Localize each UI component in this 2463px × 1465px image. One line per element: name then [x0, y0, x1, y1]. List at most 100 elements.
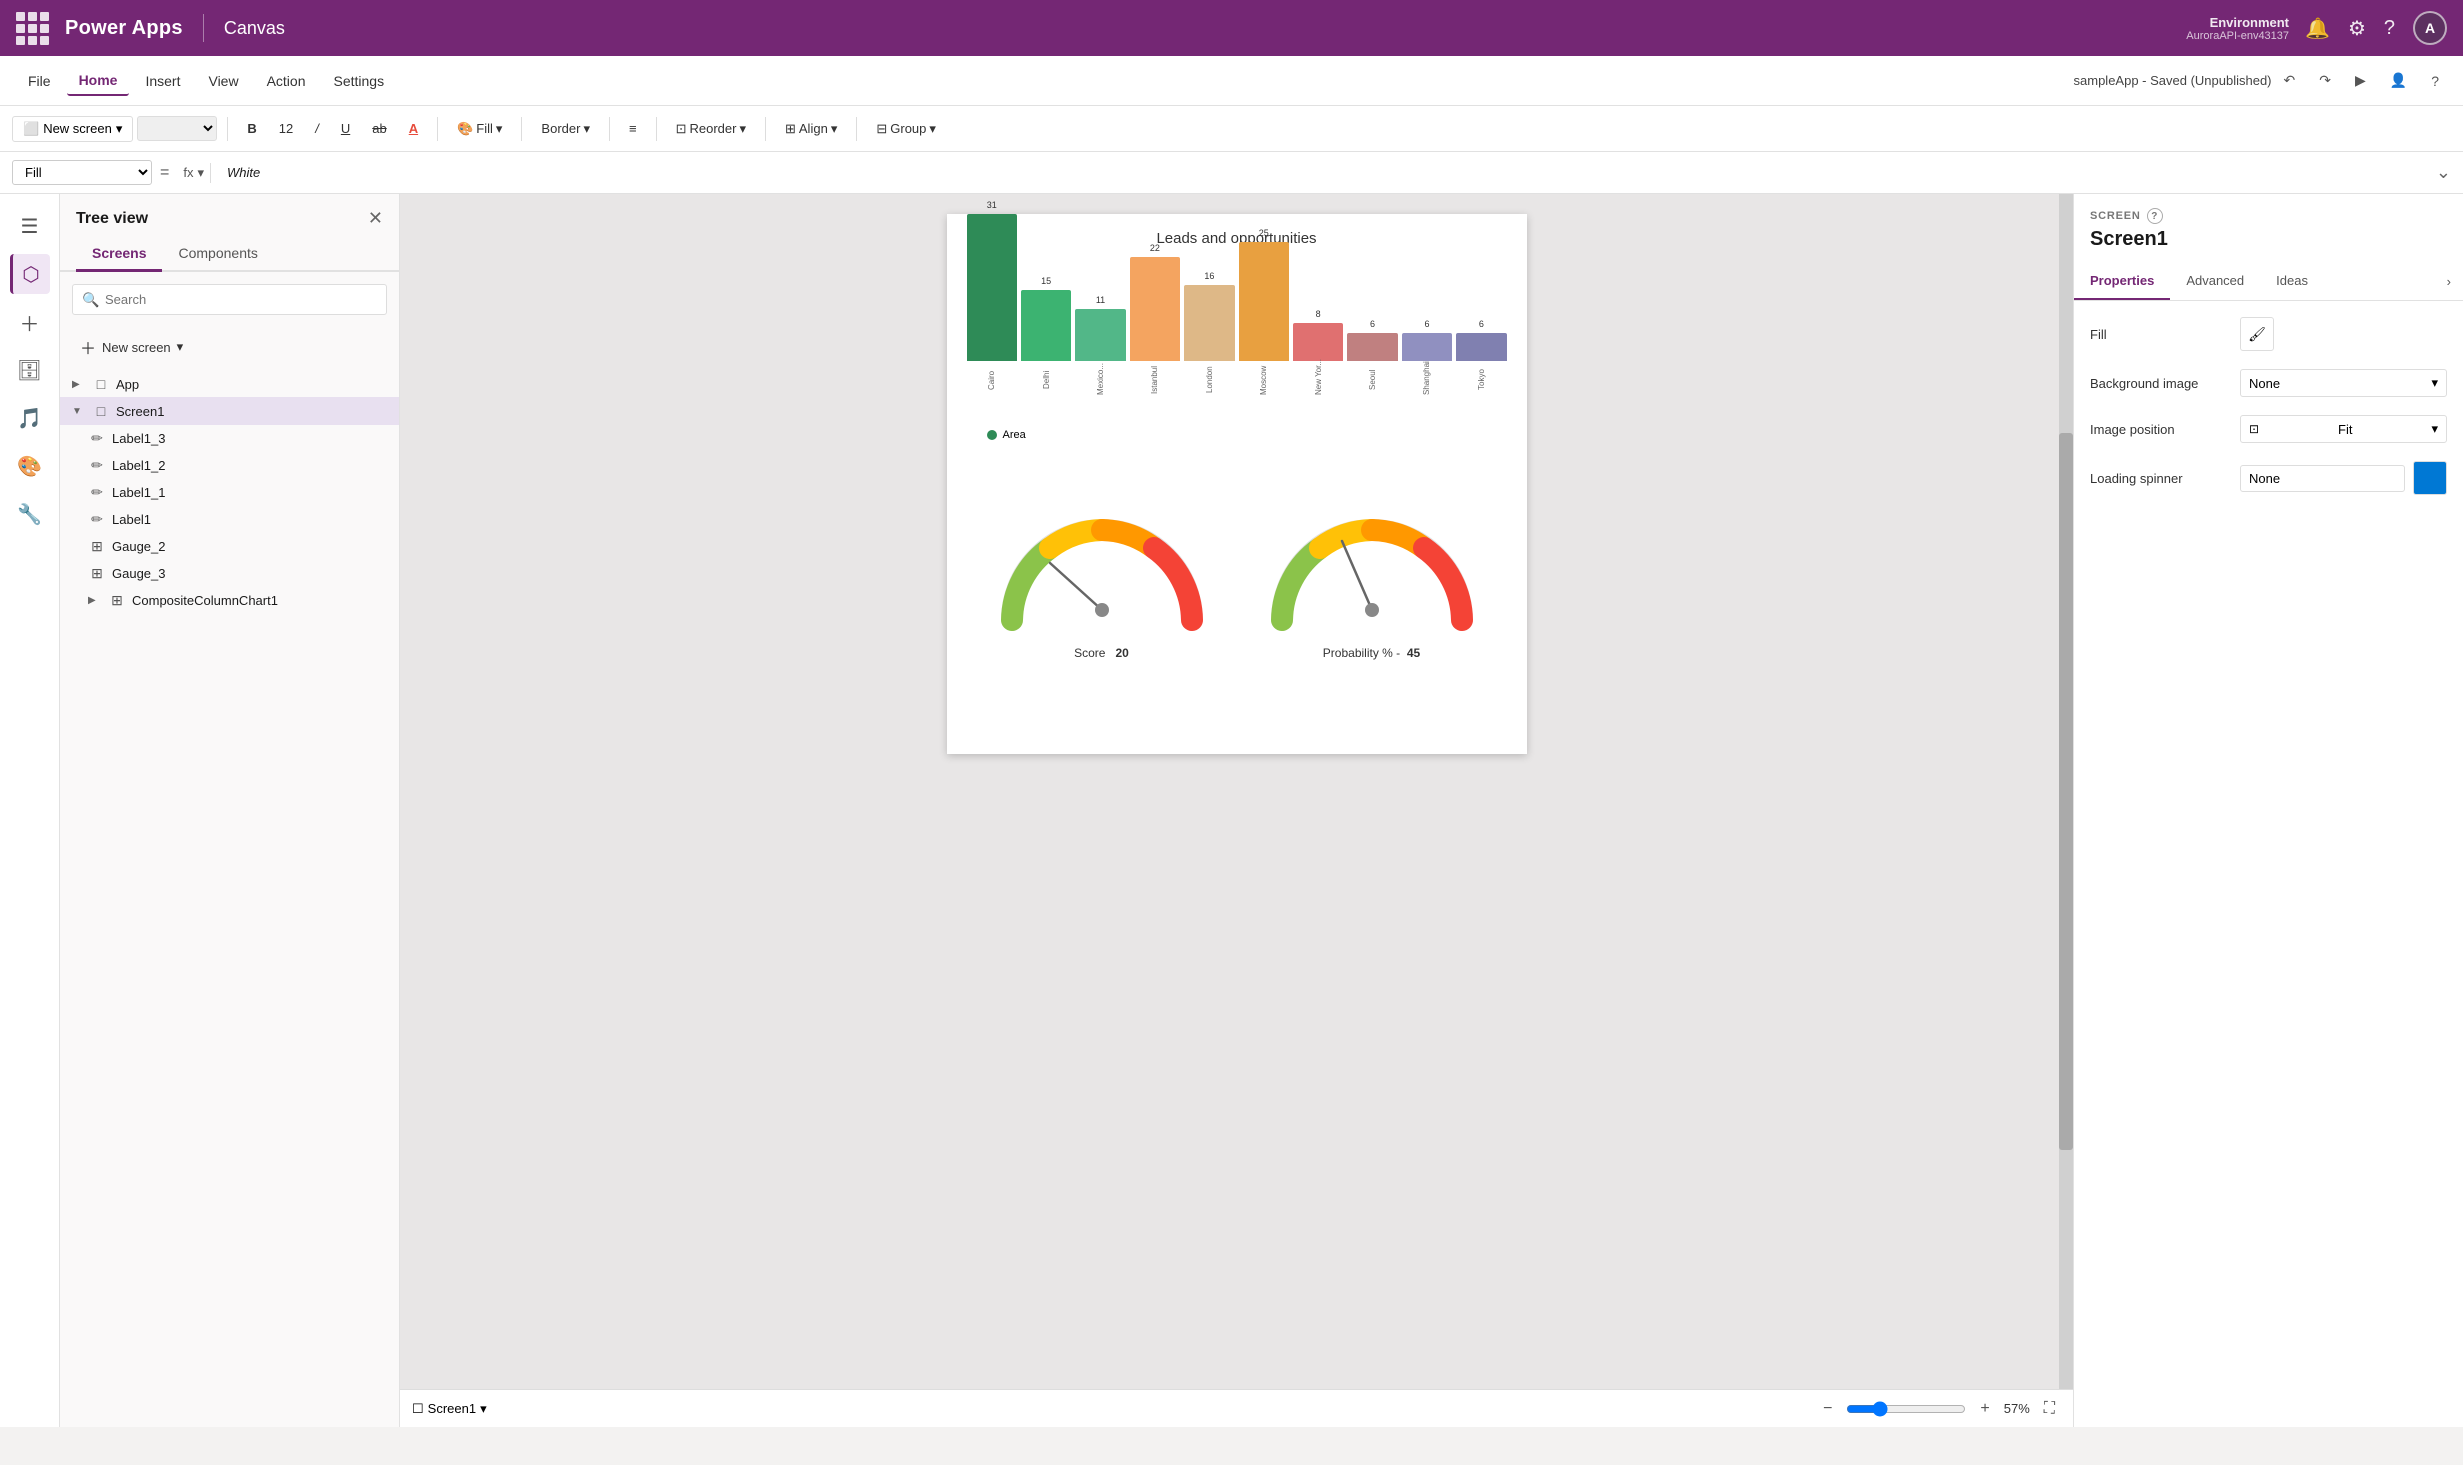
- settings-icon[interactable]: ⚙: [2348, 16, 2366, 41]
- expand-canvas-button[interactable]: ⛶: [2038, 1398, 2061, 1420]
- redo-button[interactable]: ↷: [2311, 67, 2339, 94]
- panel-expand-icon[interactable]: ›: [2447, 263, 2463, 300]
- tree-item-gauge3[interactable]: ⊞ Gauge_3: [60, 560, 399, 587]
- menu-home[interactable]: Home: [67, 66, 130, 96]
- right-panel-header: SCREEN ? Screen1: [2074, 194, 2463, 263]
- border-button[interactable]: Border ▾: [532, 116, 599, 142]
- formula-fx-indicator: fx ▾: [177, 163, 211, 183]
- image-position-select[interactable]: ⊡ Fit ▾: [2240, 415, 2447, 443]
- zoom-in-button[interactable]: +: [1974, 1398, 1995, 1420]
- bar: 16: [1184, 285, 1234, 361]
- new-screen-tree-button[interactable]: ＋ New screen ▾: [72, 331, 191, 363]
- fill-color-button[interactable]: 🖌: [2240, 317, 2274, 351]
- loading-spinner-select[interactable]: None: [2240, 465, 2405, 492]
- gauge3-label: Gauge_3: [112, 566, 387, 581]
- tab-ideas[interactable]: Ideas: [2260, 263, 2324, 300]
- search-input[interactable]: [72, 284, 387, 315]
- sidebar-menu-icon[interactable]: ☰: [10, 206, 50, 246]
- menu-file[interactable]: File: [16, 67, 63, 95]
- tree-item-gauge2[interactable]: ⊞ Gauge_2: [60, 533, 399, 560]
- sidebar-tools-icon[interactable]: 🔧: [10, 494, 50, 534]
- formula-expand-icon[interactable]: ⌄: [2436, 162, 2451, 183]
- zoom-out-button[interactable]: −: [1817, 1398, 1838, 1420]
- help-icon[interactable]: ?: [2384, 17, 2395, 40]
- screen-section-label: SCREEN ?: [2090, 208, 2447, 224]
- notification-icon[interactable]: 🔔: [2305, 16, 2330, 41]
- gauge1-wrap: Score 20: [982, 495, 1222, 660]
- italic-button[interactable]: /: [306, 116, 328, 141]
- gauge-container: Score 20: [947, 475, 1527, 680]
- strikethrough-button[interactable]: ab: [363, 116, 395, 141]
- background-image-select[interactable]: None ▾: [2240, 369, 2447, 397]
- apps-grid-icon[interactable]: [16, 12, 49, 45]
- chart-legend: Area: [967, 425, 1507, 445]
- image-position-row: Image position ⊡ Fit ▾: [2090, 415, 2447, 443]
- sidebar-data-icon[interactable]: 🗄: [10, 350, 50, 390]
- canvas-container[interactable]: Leads and opportunities 31Cairo15Delhi11…: [400, 194, 2073, 1389]
- zoom-slider[interactable]: [1846, 1401, 1966, 1417]
- screen1-chevron-icon: ▼: [72, 406, 86, 417]
- toolbar-fill-section: 🎨 Fill ▾: [448, 116, 511, 142]
- toolbar-border-section: Border ▾: [532, 116, 599, 142]
- tree-item-app[interactable]: ▶ □ App: [60, 371, 399, 397]
- new-screen-button[interactable]: ⬜ New screen ▾: [12, 116, 133, 142]
- tab-components[interactable]: Components: [162, 237, 273, 272]
- toolbar-divider-2: [437, 117, 438, 141]
- menu-insert[interactable]: Insert: [133, 67, 192, 95]
- tab-advanced[interactable]: Advanced: [2170, 263, 2260, 300]
- user-button[interactable]: 👤: [2382, 67, 2415, 94]
- canvas-scrollbar-vertical[interactable]: [2059, 194, 2073, 1389]
- sidebar-layers-icon[interactable]: ⬡: [10, 254, 50, 294]
- tree-item-label1_3[interactable]: ✏ Label1_3: [60, 425, 399, 452]
- tree-item-chart1[interactable]: ▶ ⊞ CompositeColumnChart1: [60, 587, 399, 614]
- formula-equals: =: [160, 164, 169, 182]
- font-select[interactable]: [137, 116, 217, 141]
- font-size-button[interactable]: 12: [270, 116, 302, 141]
- tree-title: Tree view: [76, 210, 360, 228]
- group-button[interactable]: ⊟ Group ▾: [867, 116, 945, 142]
- sidebar-theme-icon[interactable]: 🎨: [10, 446, 50, 486]
- bar: 25: [1239, 242, 1289, 361]
- tab-properties[interactable]: Properties: [2074, 263, 2170, 300]
- menu-view[interactable]: View: [196, 67, 250, 95]
- tab-screens[interactable]: Screens: [76, 237, 162, 272]
- underline-button[interactable]: U: [332, 116, 359, 141]
- play-button[interactable]: ▶: [2347, 67, 2374, 94]
- tree-close-button[interactable]: ✕: [368, 208, 383, 229]
- help-circle-icon[interactable]: ?: [2147, 208, 2163, 224]
- left-sidebar: ☰ ⬡ ＋ 🗄 🎵 🎨 🔧: [0, 194, 60, 1427]
- top-bar: Power Apps Canvas Environment AuroraAPI-…: [0, 0, 2463, 56]
- label1_1-icon: ✏: [88, 484, 106, 501]
- tree-item-label1_1[interactable]: ✏ Label1_1: [60, 479, 399, 506]
- tree-item-label1[interactable]: ✏ Label1: [60, 506, 399, 533]
- gauge2-svg: [1252, 495, 1492, 635]
- toolbar-divider-7: [856, 117, 857, 141]
- bar-group: 6Seoul: [1347, 333, 1397, 396]
- help-menu-button[interactable]: ?: [2423, 68, 2447, 94]
- fill-button[interactable]: 🎨 Fill ▾: [448, 116, 511, 142]
- menu-action[interactable]: Action: [255, 67, 318, 95]
- screen-selector[interactable]: ☐ Screen1 ▾: [412, 1401, 487, 1417]
- spinner-color-button[interactable]: [2413, 461, 2447, 495]
- gauge2-label: Probability % - 45: [1252, 646, 1492, 660]
- font-color-button[interactable]: A: [400, 116, 427, 141]
- menu-settings[interactable]: Settings: [322, 67, 397, 95]
- align-text-button[interactable]: ≡: [620, 116, 646, 141]
- background-image-label: Background image: [2090, 376, 2240, 391]
- reorder-button[interactable]: ⊡ Reorder ▾: [667, 116, 755, 142]
- avatar[interactable]: A: [2413, 11, 2447, 45]
- fill-label: Fill: [2090, 327, 2240, 342]
- bar-label: Moscow: [1259, 365, 1268, 395]
- undo-button[interactable]: ↶: [2276, 67, 2304, 94]
- sidebar-media-icon[interactable]: 🎵: [10, 398, 50, 438]
- label1-icon: ✏: [88, 511, 106, 528]
- bold-button[interactable]: B: [238, 116, 265, 141]
- align-button[interactable]: ⊞ Align ▾: [776, 116, 846, 142]
- tree-item-screen1[interactable]: ▼ □ Screen1 •••: [60, 397, 399, 425]
- new-screen-label: New screen: [43, 121, 112, 136]
- tree-item-label1_2[interactable]: ✏ Label1_2: [60, 452, 399, 479]
- bar-value: 31: [967, 200, 1017, 210]
- property-select[interactable]: Fill: [12, 160, 152, 185]
- sidebar-add-icon[interactable]: ＋: [10, 302, 50, 342]
- formula-input[interactable]: [219, 161, 2428, 184]
